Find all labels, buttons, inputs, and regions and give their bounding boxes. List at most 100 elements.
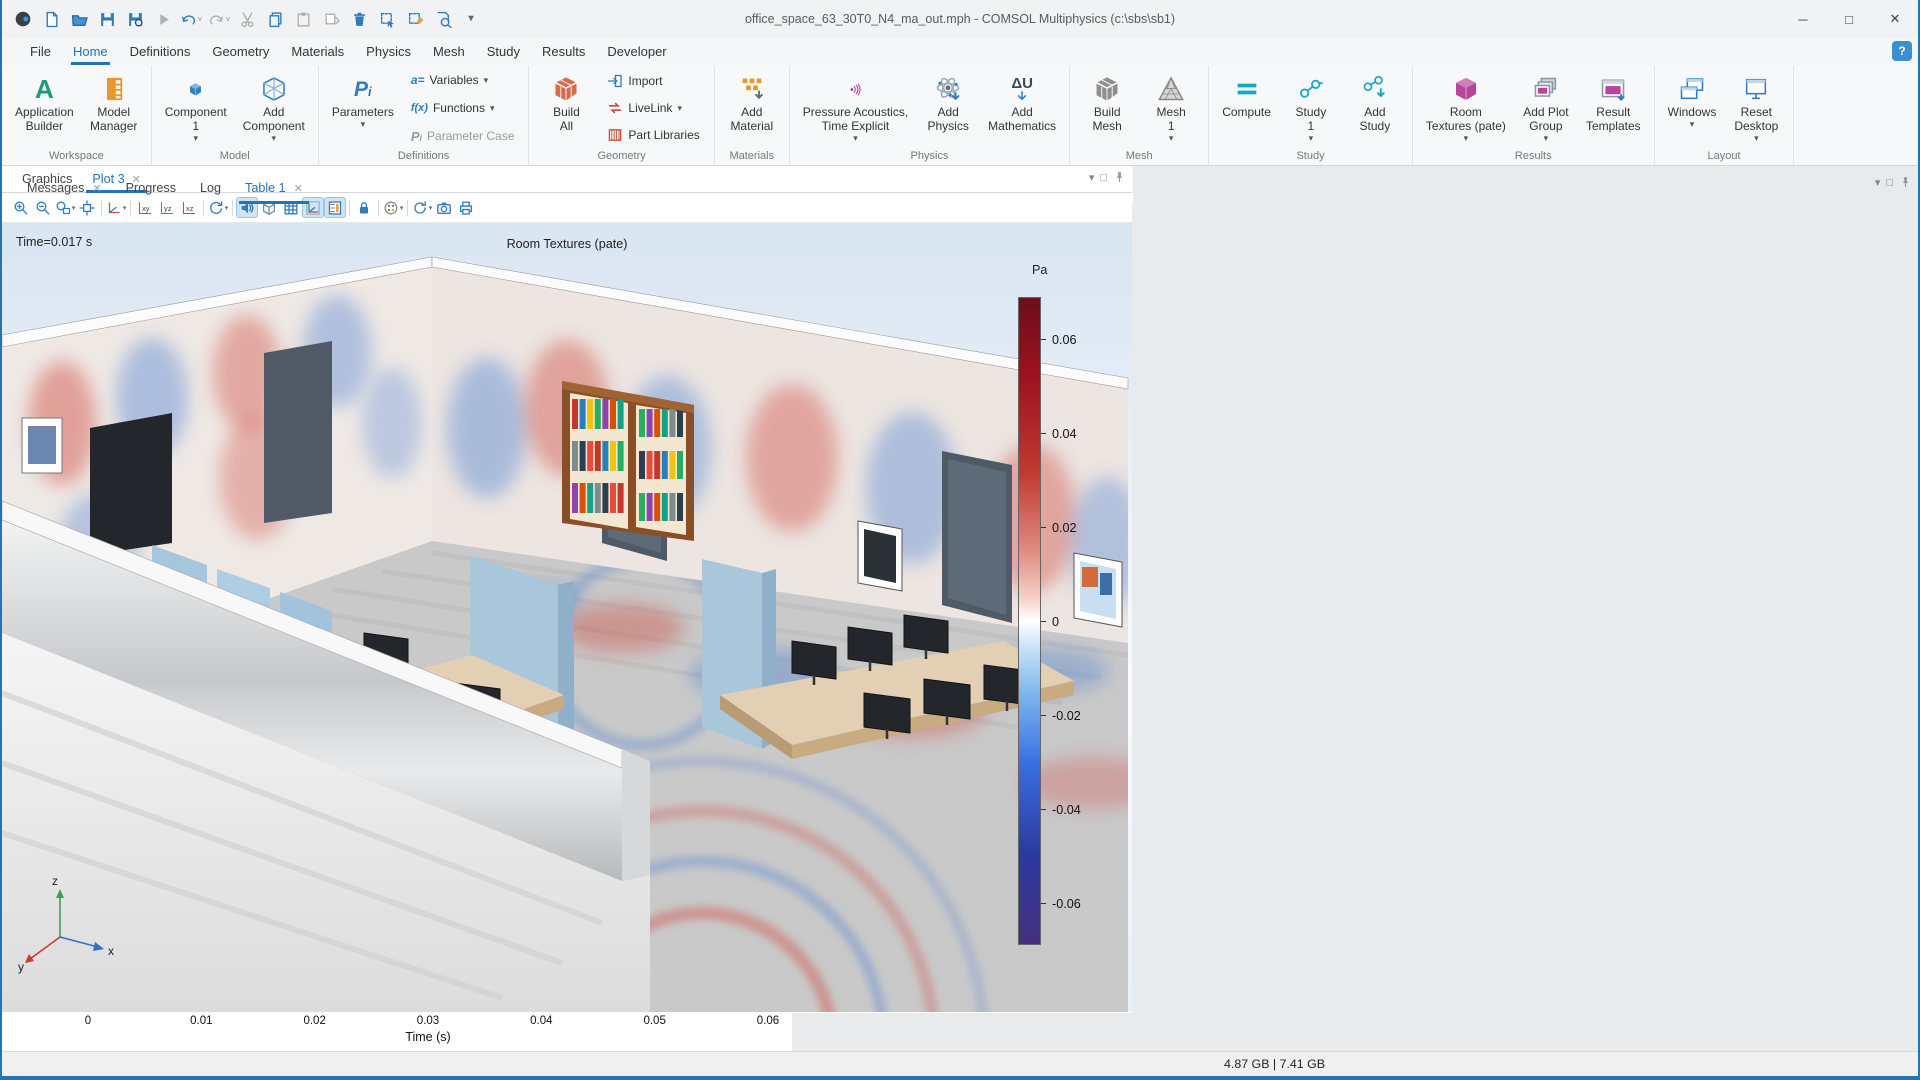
menu-file[interactable]: File bbox=[20, 40, 61, 65]
ribbon-group-layout: Windows ▾ Reset Desktop ▾ Layout bbox=[1655, 66, 1795, 165]
ribbon-add-physics-button[interactable]: Add Physics bbox=[917, 70, 979, 136]
panel-pin-icon[interactable] bbox=[1899, 176, 1912, 189]
colorbar-tick bbox=[1041, 339, 1046, 341]
gfx-palette-button[interactable]: ▾ bbox=[382, 197, 404, 218]
ribbon-mesh-button[interactable]: Mesh 1 ▾ bbox=[1140, 70, 1202, 146]
ribbon-group-label: Physics bbox=[910, 150, 949, 162]
ribbon-room-textures-button[interactable]: Room Textures (pate) ▾ bbox=[1419, 70, 1513, 146]
menu-physics[interactable]: Physics bbox=[356, 40, 421, 65]
ribbon-build-all-button[interactable]: Build All bbox=[535, 70, 597, 136]
qa-open-folder-button[interactable] bbox=[66, 6, 92, 32]
ribbon-app-builder-button[interactable]: A Application Builder bbox=[8, 70, 81, 136]
qa-paste-button[interactable] bbox=[290, 6, 316, 32]
qa-undo-button[interactable]: ˅ bbox=[178, 6, 204, 32]
window-title: office_space_63_30T0_N4_ma_out.mph - COM… bbox=[744, 12, 1176, 26]
panel-menu-icon[interactable]: ▾ bbox=[1875, 176, 1881, 189]
gfx-lock-button[interactable] bbox=[353, 197, 375, 218]
maximize-button[interactable]: □ bbox=[1826, 0, 1872, 38]
close-button[interactable]: ✕ bbox=[1872, 0, 1918, 38]
qa-new-file-button[interactable] bbox=[38, 6, 64, 32]
qa-cut-button[interactable] bbox=[234, 6, 260, 32]
import-icon bbox=[608, 74, 623, 88]
tab-log[interactable]: Log bbox=[188, 173, 233, 204]
ribbon-parameters-button[interactable]: Pi Parameters ▾ bbox=[325, 70, 401, 132]
tab-table-1[interactable]: Table 1 ✕ bbox=[233, 173, 315, 204]
dropdown-arrow-icon: ▾ bbox=[1689, 119, 1695, 129]
gfx-camera-button[interactable] bbox=[433, 197, 455, 218]
ribbon-part-libraries-button[interactable]: Part Libraries bbox=[603, 126, 703, 144]
ribbon-add-study-button[interactable]: Add Study bbox=[1344, 70, 1406, 136]
panel-float-icon[interactable]: □ bbox=[1886, 177, 1893, 189]
qa-app-logo-button[interactable] bbox=[10, 6, 36, 32]
ribbon-group-label: Study bbox=[1296, 150, 1325, 162]
ribbon-result-templates-button[interactable]: Result Templates bbox=[1579, 70, 1648, 136]
gfx-update-button[interactable]: ▾ bbox=[411, 197, 433, 218]
tab-progress[interactable]: Progress bbox=[114, 173, 188, 204]
ribbon-compute-button[interactable]: Compute bbox=[1215, 70, 1278, 122]
menu-developer[interactable]: Developer bbox=[597, 40, 676, 65]
ribbon-component-button[interactable]: Component 1 ▾ bbox=[158, 70, 234, 146]
qa-play-button[interactable] bbox=[150, 6, 176, 32]
ribbon-study-button[interactable]: Study 1 ▾ bbox=[1280, 70, 1342, 146]
tab-messages[interactable]: Messages ✕ bbox=[15, 173, 114, 204]
ribbon-add-material-button[interactable]: Add Material bbox=[721, 70, 783, 136]
graphics-viewport[interactable]: z y x Time=0.017 s Room Textures (pate) Pa… bbox=[2, 223, 1132, 1012]
gfx-legend-button[interactable] bbox=[324, 197, 346, 218]
ribbon-add-plot-group-button[interactable]: Add Plot Group ▾ bbox=[1515, 70, 1577, 146]
qa-redo-button[interactable]: ˅ bbox=[206, 6, 232, 32]
ribbon-label: Model bbox=[97, 105, 131, 119]
ribbon-import-button[interactable]: Import bbox=[603, 72, 703, 90]
minimize-button[interactable]: ─ bbox=[1780, 0, 1826, 38]
qa-find-button[interactable] bbox=[430, 6, 456, 32]
ribbon-acoustics-button[interactable]: Pressure Acoustics, Time Explicit ▾ bbox=[796, 70, 915, 146]
qa-caret-down-button[interactable]: ▾ bbox=[458, 6, 484, 32]
tab-close-icon[interactable]: ✕ bbox=[294, 182, 303, 195]
ribbon-parameter-case-button[interactable]: Pi Parameter Case bbox=[407, 128, 519, 144]
panel-pin-icon[interactable] bbox=[1113, 171, 1126, 184]
ribbon-add-mathematics-button[interactable]: ΔU Add Mathematics bbox=[981, 70, 1063, 136]
legend-icon bbox=[328, 200, 342, 215]
open-folder-icon bbox=[71, 14, 88, 26]
ribbon-model-manager-button[interactable]: Model Manager bbox=[83, 70, 145, 136]
menu-geometry[interactable]: Geometry bbox=[202, 40, 279, 65]
pin-icon bbox=[1116, 172, 1123, 183]
ribbon-build-mesh-button[interactable]: Build Mesh bbox=[1076, 70, 1138, 136]
qa-copy-button[interactable] bbox=[262, 6, 288, 32]
ribbon-group-label: Results bbox=[1514, 150, 1552, 162]
ribbon-livelink-button[interactable]: LiveLink ▾ bbox=[603, 99, 703, 117]
toolbar-separator bbox=[378, 199, 379, 216]
ribbon-label: Windows bbox=[1667, 105, 1717, 119]
qa-select-box-button[interactable] bbox=[374, 6, 400, 32]
ribbon-add-component-button[interactable]: Add Component ▾ bbox=[236, 70, 312, 146]
ribbon-group-label: Layout bbox=[1707, 150, 1741, 162]
dropdown-arrow-icon: ▾ bbox=[71, 204, 76, 212]
qa-delete-button[interactable] bbox=[346, 6, 372, 32]
panel-float-icon[interactable]: □ bbox=[1100, 172, 1107, 184]
qa-clear-brush-button[interactable] bbox=[402, 6, 428, 32]
add-physics-icon bbox=[936, 77, 960, 101]
ribbon-variables-button[interactable]: a= Variables ▾ bbox=[407, 72, 519, 88]
menu-mesh[interactable]: Mesh bbox=[423, 40, 475, 65]
ribbon-windows-button[interactable]: Windows ▾ bbox=[1661, 70, 1724, 132]
ribbon-group-workspace: A Application Builder Model Manager Workspace bbox=[2, 66, 152, 165]
ribbon-label: Physics bbox=[927, 119, 969, 133]
menu-definitions[interactable]: Definitions bbox=[120, 40, 201, 65]
ribbon-reset-desktop-button[interactable]: Reset Desktop ▾ bbox=[1725, 70, 1787, 146]
menu-study[interactable]: Study bbox=[477, 40, 530, 65]
print-icon bbox=[459, 201, 473, 215]
panel-menu-icon[interactable]: ▾ bbox=[1089, 171, 1095, 184]
ribbon-label: Add bbox=[263, 105, 285, 119]
qa-save-find-button[interactable] bbox=[122, 6, 148, 32]
dropdown-arrow-icon: ▾ bbox=[1754, 133, 1759, 143]
ribbon-label: 1 bbox=[1307, 119, 1315, 133]
menu-results[interactable]: Results bbox=[532, 40, 595, 65]
qa-save-button[interactable] bbox=[94, 6, 120, 32]
ribbon-functions-button[interactable]: f(x) Functions ▾ bbox=[407, 100, 519, 116]
qa-duplicate-button[interactable] bbox=[318, 6, 344, 32]
dropdown-arrow-icon: ▾ bbox=[1463, 133, 1469, 143]
tab-close-icon[interactable]: ✕ bbox=[92, 182, 101, 195]
menu-materials[interactable]: Materials bbox=[281, 40, 354, 65]
help-button[interactable]: ? bbox=[1892, 41, 1912, 61]
gfx-print-button[interactable] bbox=[455, 197, 477, 218]
menu-home[interactable]: Home bbox=[63, 40, 118, 65]
